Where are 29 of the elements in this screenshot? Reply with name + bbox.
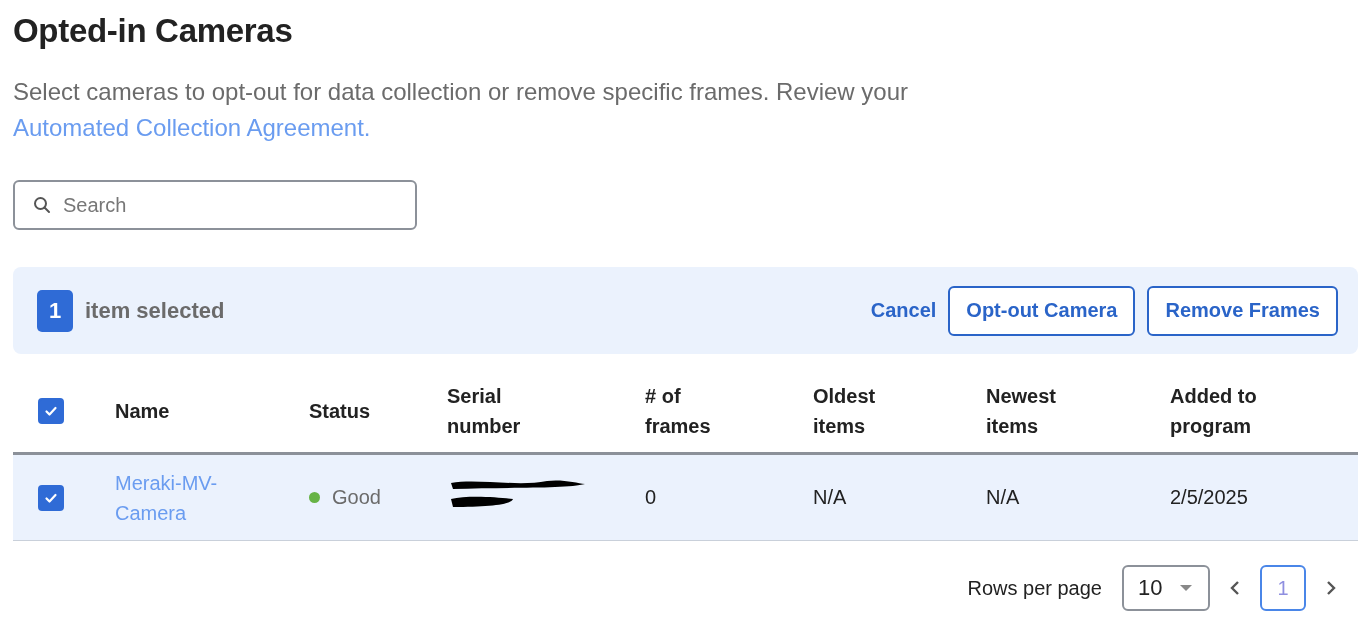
action-button[interactable]: Remove Frames [1147,285,1338,336]
column-header: Status [309,398,372,424]
page-button[interactable]: 1 [1260,565,1306,611]
column-header: Serial number [447,383,522,439]
column-header: Oldest items [813,383,877,439]
column-header: Newest items [986,383,1058,439]
row-checkbox[interactable] [38,484,64,511]
selected-label: item selected [85,297,225,324]
rows-per-page-label: Rows per page [967,576,1102,600]
caret-icon [1180,584,1192,592]
action-button[interactable]: Opt-out Camera [948,285,1136,336]
column-header: # of frames [645,383,712,439]
frames-count: 0 [645,486,657,508]
status-text: Good [332,486,381,509]
rows-per-page-select[interactable]: 10 [1122,565,1210,611]
previous-page-icon[interactable] [1230,581,1240,595]
oldest-items: N/A [813,486,847,508]
cancel-link[interactable]: Cancel [870,299,937,322]
next-page-icon[interactable] [1326,581,1336,595]
description-text: Select cameras to opt-out for data collection or remove specific frames. Review your Automated Collection Agreement. [13,77,910,143]
select-all-checkbox[interactable] [38,397,64,424]
search-field[interactable]: Search [13,180,417,230]
page-title: Opted-in Cameras [13,12,294,50]
newest-items: N/A [986,486,1020,508]
column-header: Name [115,398,171,424]
table-row[interactable]: Meraki-MV-Camera Good 0 N/A N/A 2/5/2025 [13,455,1358,541]
added-date: 2/5/2025 [1170,486,1248,508]
column-header: Added to program [1170,383,1258,439]
selected-count: 1 [37,289,73,332]
